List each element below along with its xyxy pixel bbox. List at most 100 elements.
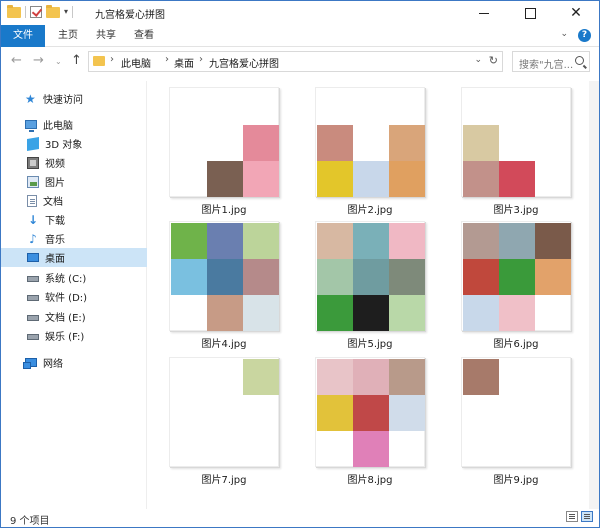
thumbnail-tile [317,223,353,259]
sidebar-item-label: 软件 (D:) [45,293,88,304]
chevron-right-icon[interactable]: › [110,54,114,65]
file-thumbnail[interactable] [169,357,279,467]
search-icon [575,56,584,65]
sidebar-item-label: 系统 (C:) [45,274,87,285]
thumbnail-tile [317,259,353,295]
thumbnail-tile [463,223,499,259]
navigation-bar: ← → ⌄ ↑ › 此电脑 › 桌面 › 九宫格爱心拼图 ⌄ ↻ 搜索"九宫..… [1,48,599,76]
thumbnail-tile [389,295,425,331]
thumbnail-tile [463,125,499,161]
folder-icon [93,56,105,66]
sidebar-item-documents[interactable]: 文档 [1,191,147,210]
sidebar-item-drive-c[interactable]: 系统 (C:) [1,268,147,287]
file-thumbnail[interactable] [461,221,571,331]
file-thumbnail[interactable] [461,87,571,197]
search-placeholder: 搜索"九宫... [519,60,574,71]
help-icon[interactable]: ? [578,29,591,42]
file-thumbnail[interactable] [169,87,279,197]
video-icon [27,156,39,169]
file-name: 图片4.jpg [201,339,247,350]
details-view-icon[interactable] [566,511,578,522]
back-arrow-icon[interactable]: ← [11,53,22,68]
chevron-down-icon[interactable]: ⌄ [474,55,482,65]
expand-ribbon-icon[interactable]: ⌄ [560,29,568,42]
sidebar-item-music[interactable]: ♪ 音乐 [1,229,147,248]
sidebar-item-3d-objects[interactable]: 3D 对象 [1,134,147,153]
tab-share[interactable]: 共享 [89,25,123,47]
title-bar: ▾ 九宫格爱心拼图 ✕ [1,1,599,25]
tab-home[interactable]: 主页 [51,25,85,47]
thumbnail-tile [353,259,389,295]
documents-icon [27,194,37,207]
sidebar-item-pictures[interactable]: 图片 [1,172,147,191]
thumbnail-tile [243,223,279,259]
thumbnail-tile [243,259,279,295]
thumbnail-tile [317,295,353,331]
breadcrumb-desktop[interactable]: 桌面 [174,55,194,70]
3d-objects-icon [27,136,39,151]
sidebar-item-downloads[interactable]: ↓ 下载 [1,210,147,229]
folder-icon [7,5,21,18]
thumbnail-tile [353,431,389,467]
refresh-icon[interactable]: ↻ [489,54,498,67]
thumbnail-tile [389,223,425,259]
thumbnail-tile [353,359,389,395]
drive-icon [27,276,39,282]
file-thumbnail[interactable] [315,87,425,197]
sidebar-item-this-pc[interactable]: 此电脑 [1,115,147,134]
network-icon [23,358,37,369]
drive-icon [27,334,39,340]
sidebar-item-desktop[interactable]: 桌面 [1,248,147,267]
desktop-icon [27,253,39,262]
vertical-scrollbar[interactable] [589,81,599,509]
forward-arrow-icon[interactable]: → [33,53,44,68]
sidebar-item-drive-e[interactable]: 文档 (E:) [1,307,147,326]
file-name: 图片6.jpg [493,339,539,350]
thumbnail-tile [389,125,425,161]
breadcrumb-current-folder[interactable]: 九宫格爱心拼图 [209,55,279,70]
thumbnail-tile [317,395,353,431]
large-icons-view-icon[interactable] [581,511,593,522]
thumbnail-tile [499,295,535,331]
maximize-button[interactable] [507,1,553,25]
explorer-window: ▾ 九宫格爱心拼图 ✕ 文件 主页 共享 查看 ⌄ ? ← → ⌄ ↑ › 此电… [0,0,600,528]
file-name: 图片9.jpg [493,475,539,486]
pictures-icon [27,175,39,188]
file-name: 图片3.jpg [493,205,539,216]
thumbnail-tile [535,259,571,295]
file-thumbnail[interactable] [461,357,571,467]
thumbnail-tile [207,259,243,295]
close-button[interactable]: ✕ [553,1,599,25]
thumbnail-tile [353,161,389,197]
new-folder-icon[interactable] [46,5,60,18]
chevron-right-icon[interactable]: › [199,54,203,65]
customize-toolbar-icon[interactable]: ▾ [64,7,68,16]
tab-file[interactable]: 文件 [1,25,45,47]
search-input[interactable]: 搜索"九宫... [512,51,590,72]
file-thumbnail[interactable] [315,357,425,467]
file-thumbnail[interactable] [315,221,425,331]
minimize-button[interactable] [461,1,507,25]
file-name: 图片5.jpg [347,339,393,350]
sidebar-item-label: 文档 (E:) [45,313,86,324]
tab-view[interactable]: 查看 [127,25,161,47]
sidebar-item-videos[interactable]: 视频 [1,153,147,172]
file-thumbnail[interactable] [169,221,279,331]
computer-icon [25,120,37,132]
sidebar-item-drive-d[interactable]: 软件 (D:) [1,287,147,306]
breadcrumb-this-pc[interactable]: 此电脑 [121,55,151,70]
sidebar-item-network[interactable]: 网络 [1,353,147,372]
thumbnail-tile [171,223,207,259]
thumbnail-tile [535,223,571,259]
thumbnail-tile [243,359,279,395]
properties-icon[interactable] [30,5,42,18]
up-arrow-icon[interactable]: ↑ [71,53,82,68]
sidebar-item-drive-f[interactable]: 娱乐 (F:) [1,326,147,345]
chevron-right-icon[interactable]: › [165,54,169,65]
ribbon-actions: ⌄ ? [560,29,591,42]
thumbnail-tile [463,161,499,197]
address-bar[interactable]: › 此电脑 › 桌面 › 九宫格爱心拼图 ⌄ ↻ [88,51,503,72]
recent-locations-icon[interactable]: ⌄ [55,57,62,66]
sidebar-item-quick-access[interactable]: ★ 快速访问 [1,89,147,108]
drive-icon [27,295,39,301]
